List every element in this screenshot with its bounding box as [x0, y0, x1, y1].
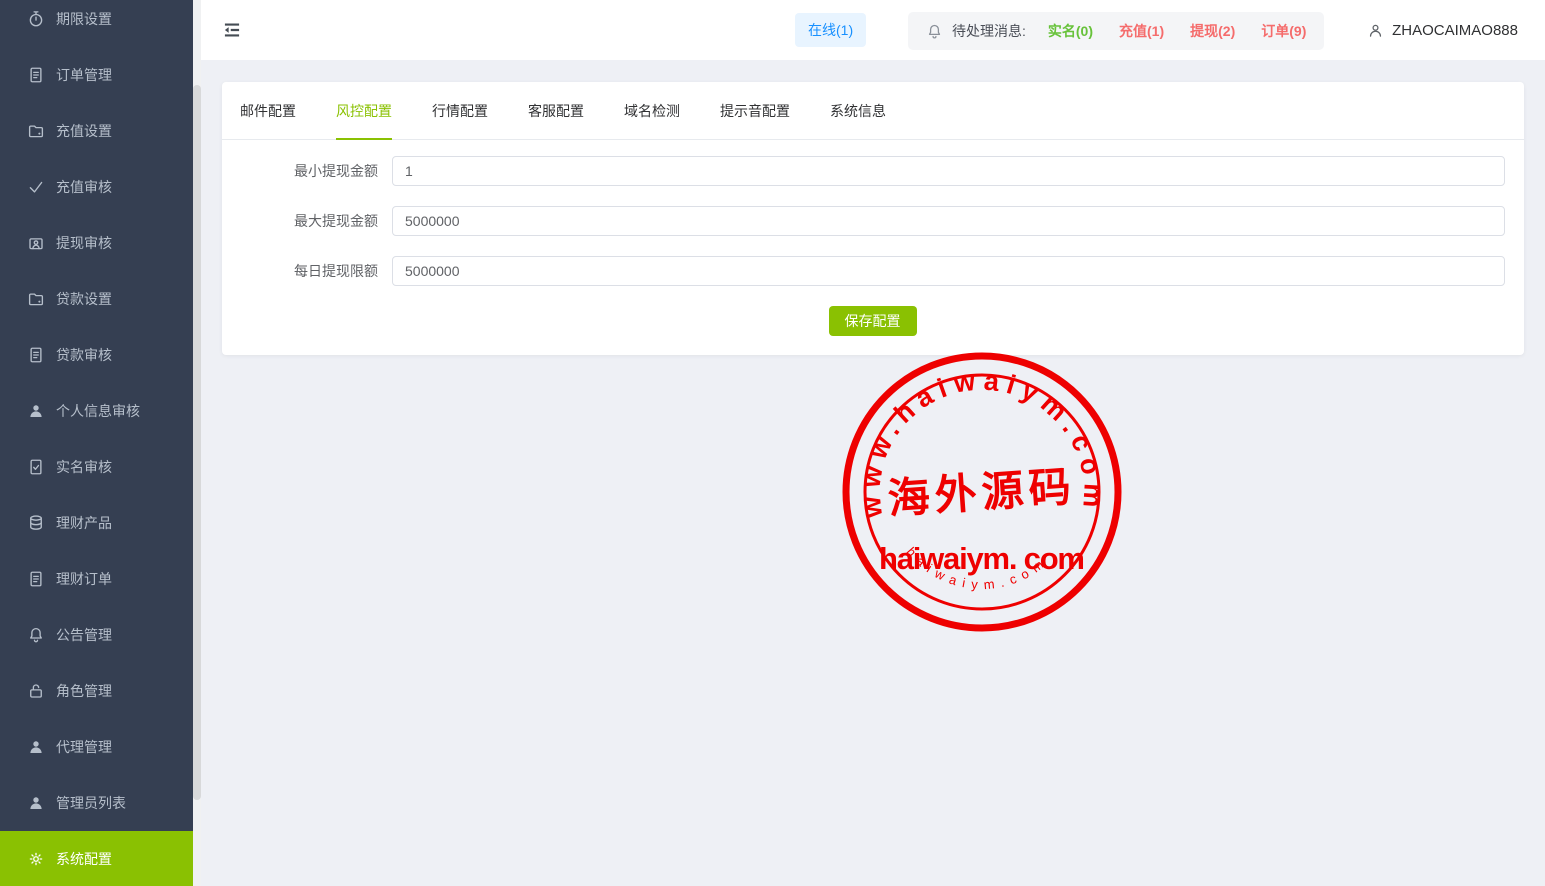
file-text-icon	[27, 346, 45, 364]
max-withdrawal-input[interactable]	[392, 206, 1505, 236]
sidebar-item-announcement-management[interactable]: 公告管理	[0, 607, 193, 663]
username: ZHAOCAIMAO888	[1392, 22, 1518, 39]
sidebar-item-label: 订单管理	[56, 65, 112, 85]
main-area: 在线(1) 待处理消息: 实名(0) 充值(1) 提现(2) 订单(9) ZHAOCA…	[201, 0, 1545, 886]
tab-market-config[interactable]: 行情配置	[432, 82, 488, 139]
gear-icon	[27, 850, 45, 868]
sidebar-menu: 期限设置订单管理充值设置充值审核提现审核贷款设置贷款审核个人信息审核实名审核理财…	[0, 0, 193, 886]
database-icon	[27, 514, 45, 532]
form-row-daily-withdrawal-limit: 每日提现限额	[240, 256, 1505, 286]
bell-icon	[926, 23, 943, 40]
file-text-icon	[27, 66, 45, 84]
risk-config-form: 最小提现金额最大提现金额每日提现限额 保存配置	[222, 140, 1524, 355]
sidebar-item-label: 管理员列表	[56, 793, 126, 813]
sidebar-item-agent-management[interactable]: 代理管理	[0, 719, 193, 775]
tab-risk-config[interactable]: 风控配置	[336, 82, 392, 139]
sidebar: 期限设置订单管理充值设置充值审核提现审核贷款设置贷款审核个人信息审核实名审核理财…	[0, 0, 193, 886]
sidebar-item-realname-review[interactable]: 实名审核	[0, 439, 193, 495]
tab-service-config[interactable]: 客服配置	[528, 82, 584, 139]
tab-sound-config[interactable]: 提示音配置	[720, 82, 790, 139]
sidebar-item-label: 角色管理	[56, 681, 112, 701]
config-tabs: 邮件配置风控配置行情配置客服配置域名检测提示音配置系统信息	[222, 82, 1524, 140]
sidebar-scrollbar-track	[193, 0, 201, 886]
check-icon	[27, 178, 45, 196]
user-icon	[1367, 22, 1384, 39]
lock-icon	[27, 682, 45, 700]
sidebar-item-label: 公告管理	[56, 625, 112, 645]
card-icon	[27, 234, 45, 252]
tab-email-config[interactable]: 邮件配置	[240, 82, 296, 139]
sidebar-item-label: 充值审核	[56, 177, 112, 197]
sidebar-item-withdrawal-review[interactable]: 提现审核	[0, 215, 193, 271]
user-icon	[27, 402, 45, 420]
sidebar-item-label: 个人信息审核	[56, 401, 140, 421]
folder-icon	[27, 122, 45, 140]
sidebar-item-admin-list[interactable]: 管理员列表	[0, 775, 193, 831]
form-row-min-withdrawal: 最小提现金额	[240, 156, 1505, 186]
sidebar-item-label: 贷款审核	[56, 345, 112, 365]
user-menu[interactable]: ZHAOCAIMAO888	[1367, 0, 1518, 60]
sidebar-item-loan-settings[interactable]: 贷款设置	[0, 271, 193, 327]
sidebar-fold-icon[interactable]	[222, 20, 242, 40]
sidebar-item-label: 实名审核	[56, 457, 112, 477]
tab-domain-check[interactable]: 域名检测	[624, 82, 680, 139]
notice-recharge-count[interactable]: 充值(1)	[1119, 23, 1164, 39]
topbar: 在线(1) 待处理消息: 实名(0) 充值(1) 提现(2) 订单(9) ZHAOCA…	[201, 0, 1545, 60]
sidebar-item-label: 贷款设置	[56, 289, 112, 309]
folder-icon	[27, 290, 45, 308]
sidebar-item-label: 理财订单	[56, 569, 112, 589]
sidebar-item-wealth-orders[interactable]: 理财订单	[0, 551, 193, 607]
sidebar-item-order-management[interactable]: 订单管理	[0, 47, 193, 103]
sidebar-item-label: 期限设置	[56, 9, 112, 29]
sidebar-item-loan-review[interactable]: 贷款审核	[0, 327, 193, 383]
sidebar-item-label: 提现审核	[56, 233, 112, 253]
min-withdrawal-input[interactable]	[392, 156, 1505, 186]
daily-withdrawal-limit-input[interactable]	[392, 256, 1505, 286]
pending-message-counters: 实名(0) 充值(1) 提现(2) 订单(9)	[1048, 21, 1307, 41]
form-row-max-withdrawal: 最大提现金额	[240, 206, 1505, 236]
bell-icon	[27, 626, 45, 644]
save-config-button[interactable]: 保存配置	[829, 306, 917, 336]
timer-icon	[27, 10, 45, 28]
sidebar-item-recharge-review[interactable]: 充值审核	[0, 159, 193, 215]
sidebar-item-wealth-products[interactable]: 理财产品	[0, 495, 193, 551]
sidebar-item-personal-info-review[interactable]: 个人信息审核	[0, 383, 193, 439]
config-card: 邮件配置风控配置行情配置客服配置域名检测提示音配置系统信息 最小提现金额最大提现…	[222, 82, 1524, 355]
notice-withdraw-count[interactable]: 提现(2)	[1190, 23, 1235, 39]
sidebar-item-label: 充值设置	[56, 121, 112, 141]
sidebar-item-label: 代理管理	[56, 737, 112, 757]
sidebar-scrollbar-thumb[interactable]	[193, 85, 201, 800]
notice-realname-count[interactable]: 实名(0)	[1048, 23, 1093, 39]
pending-messages-pill: 待处理消息: 实名(0) 充值(1) 提现(2) 订单(9)	[908, 12, 1324, 50]
tab-system-info[interactable]: 系统信息	[830, 82, 886, 139]
daily-withdrawal-limit-label: 每日提现限额	[240, 261, 392, 281]
sidebar-item-recharge-settings[interactable]: 充值设置	[0, 103, 193, 159]
user-icon	[27, 738, 45, 756]
min-withdrawal-label: 最小提现金额	[240, 161, 392, 181]
sidebar-item-label: 理财产品	[56, 513, 112, 533]
file-text-icon	[27, 570, 45, 588]
file-check-icon	[27, 458, 45, 476]
user-icon	[27, 794, 45, 812]
sidebar-item-system-config[interactable]: 系统配置	[0, 831, 193, 886]
notice-order-count[interactable]: 订单(9)	[1261, 23, 1306, 39]
pending-messages-label: 待处理消息:	[952, 21, 1026, 41]
online-badge[interactable]: 在线(1)	[795, 13, 866, 47]
sidebar-item-role-management[interactable]: 角色管理	[0, 663, 193, 719]
max-withdrawal-label: 最大提现金额	[240, 211, 392, 231]
sidebar-item-period-settings[interactable]: 期限设置	[0, 0, 193, 47]
sidebar-item-label: 系统配置	[56, 849, 112, 869]
